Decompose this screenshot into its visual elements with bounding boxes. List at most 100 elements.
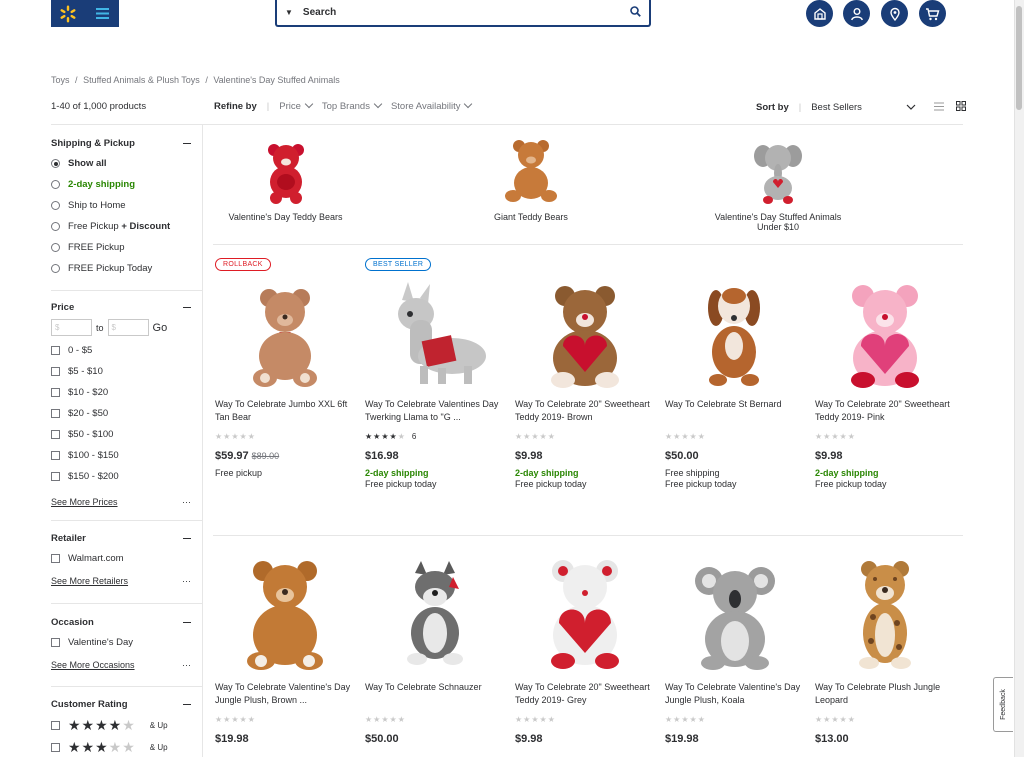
shipping-option-show-all[interactable]: Show all — [51, 157, 191, 170]
radio[interactable] — [51, 243, 60, 252]
search-bar[interactable]: ▼ Search — [275, 0, 651, 27]
collapse-icon[interactable] — [183, 143, 191, 144]
checkbox[interactable] — [51, 346, 60, 355]
filter-price-dropdown[interactable]: Price — [279, 101, 312, 112]
price-option[interactable]: $5 - $10 — [51, 365, 191, 378]
store-icon[interactable] — [806, 0, 833, 27]
radio[interactable] — [51, 222, 60, 231]
shipping-option-ship-to-home[interactable]: Ship to Home — [51, 199, 191, 212]
product-title[interactable]: Way To Celebrate 20" Sweetheart Teddy 20… — [515, 398, 655, 424]
radio[interactable] — [51, 264, 60, 273]
price-option[interactable]: 0 - $5 — [51, 344, 191, 357]
category-giant-teddy-bears[interactable]: Giant Teddy Bears — [470, 138, 592, 222]
sort-select[interactable]: Best Sellers — [811, 102, 906, 113]
filter-store-availability-dropdown[interactable]: Store Availability — [391, 101, 472, 112]
st-bernard-plush-image[interactable] — [665, 280, 805, 390]
min-price-input[interactable]: $ — [51, 319, 92, 336]
search-department-dropdown-icon[interactable]: ▼ — [285, 8, 293, 17]
filter-section-header[interactable]: Price — [51, 302, 191, 313]
account-icon[interactable] — [843, 0, 870, 27]
breadcrumb-link-stuffed-animals[interactable]: Stuffed Animals & Plush Toys — [83, 75, 200, 85]
price-option[interactable]: $50 - $100 — [51, 428, 191, 441]
grey-sweetheart-teddy-image[interactable] — [515, 555, 655, 673]
filter-section-header[interactable]: Shipping & Pickup — [51, 138, 191, 149]
walmart-spark-logo[interactable] — [51, 0, 85, 27]
see-more-retailers-link[interactable]: See More Retailers — [51, 576, 128, 586]
radio[interactable] — [51, 180, 60, 189]
product-card[interactable]: Way To Celebrate Plush Jungle Leopard ★★… — [815, 555, 955, 745]
shipping-option-2-day[interactable]: 2-day shipping — [51, 178, 191, 191]
category-valentines-teddy-bears[interactable]: Valentine's Day Teddy Bears — [218, 138, 353, 222]
product-card[interactable]: Way To Celebrate 20" Sweetheart Teddy 20… — [815, 280, 955, 489]
product-card[interactable]: Way To Celebrate 20" Sweetheart Teddy 20… — [515, 555, 655, 745]
product-title[interactable]: Way To Celebrate 20" Sweetheart Teddy 20… — [515, 681, 655, 707]
shipping-option-free-pickup[interactable]: FREE Pickup — [51, 241, 191, 254]
retailer-option[interactable]: Walmart.com — [51, 552, 191, 565]
more-options-icon[interactable]: ··· — [182, 497, 191, 507]
hamburger-menu-icon[interactable] — [85, 0, 119, 27]
koala-plush-image[interactable] — [665, 555, 805, 673]
product-title[interactable]: Way To Celebrate Valentine's Day Jungle … — [215, 681, 355, 707]
checkbox[interactable] — [51, 409, 60, 418]
llama-plush-image[interactable] — [365, 280, 505, 390]
see-more-occasions-link[interactable]: See More Occasions — [51, 660, 135, 670]
shipping-option-free-pickup-today[interactable]: FREE Pickup Today — [51, 262, 191, 275]
price-option[interactable]: $150 - $200 — [51, 470, 191, 483]
checkbox[interactable] — [51, 367, 60, 376]
product-title[interactable]: Way To Celebrate Plush Jungle Leopard — [815, 681, 955, 707]
rating-option-4-up[interactable]: ★★★★★ & Up — [51, 717, 191, 733]
checkbox[interactable] — [51, 472, 60, 481]
leopard-plush-image[interactable] — [815, 555, 955, 673]
more-options-icon[interactable]: ··· — [182, 576, 191, 586]
checkbox[interactable] — [51, 554, 60, 563]
search-input[interactable]: Search — [303, 7, 630, 18]
schnauzer-plush-image[interactable] — [365, 555, 505, 673]
search-icon[interactable] — [630, 4, 641, 22]
location-pin-icon[interactable] — [881, 0, 908, 27]
radio[interactable] — [51, 201, 60, 210]
cart-icon[interactable] — [919, 0, 946, 27]
collapse-icon[interactable] — [183, 538, 191, 539]
feedback-tab[interactable]: Feedback — [993, 677, 1013, 732]
collapse-icon[interactable] — [183, 307, 191, 308]
category-valentines-stuffed-under-10[interactable]: Valentine's Day Stuffed Animals Under $1… — [708, 138, 848, 232]
brown-jungle-bear-image[interactable] — [215, 555, 355, 673]
product-title[interactable]: Way To Celebrate 20" Sweetheart Teddy 20… — [815, 398, 955, 424]
product-card[interactable]: Way To Celebrate Valentines Day Twerking… — [365, 280, 505, 489]
product-title[interactable]: Way To Celebrate Schnauzer — [365, 681, 505, 707]
grid-view-icon[interactable] — [956, 101, 967, 114]
filter-section-header[interactable]: Retailer — [51, 533, 191, 544]
brown-sweetheart-teddy-image[interactable] — [515, 280, 655, 390]
price-go-button[interactable]: Go — [153, 322, 168, 334]
checkbox[interactable] — [51, 721, 60, 730]
tan-bear-image[interactable] — [215, 280, 355, 390]
price-option[interactable]: $10 - $20 — [51, 386, 191, 399]
list-view-icon[interactable] — [934, 102, 945, 114]
product-title[interactable]: Way To Celebrate St Bernard — [665, 398, 805, 424]
filter-section-header[interactable]: Customer Rating — [51, 699, 191, 710]
checkbox[interactable] — [51, 638, 60, 647]
product-card[interactable]: Way To Celebrate St Bernard ★★★★★ $50.00… — [665, 280, 805, 489]
checkbox[interactable] — [51, 430, 60, 439]
product-title[interactable]: Way To Celebrate Valentine's Day Jungle … — [665, 681, 805, 707]
max-price-input[interactable]: $ — [107, 319, 149, 336]
collapse-icon[interactable] — [183, 704, 191, 705]
shipping-option-free-pickup-discount[interactable]: Free Pickup + Discount — [51, 220, 191, 233]
collapse-icon[interactable] — [183, 622, 191, 623]
breadcrumb-link-toys[interactable]: Toys — [51, 75, 70, 85]
product-title[interactable]: Way To Celebrate Jumbo XXL 6ft Tan Bear — [215, 398, 355, 424]
product-card[interactable]: Way To Celebrate Jumbo XXL 6ft Tan Bear … — [215, 280, 355, 478]
product-title[interactable]: Way To Celebrate Valentines Day Twerking… — [365, 398, 505, 424]
filter-section-header[interactable]: Occasion — [51, 617, 191, 628]
rating-option-3-up[interactable]: ★★★★★ & Up — [51, 739, 191, 755]
scrollbar-thumb[interactable] — [1016, 6, 1022, 110]
see-more-prices-link[interactable]: See More Prices — [51, 497, 118, 507]
more-options-icon[interactable]: ··· — [182, 660, 191, 670]
filter-top-brands-dropdown[interactable]: Top Brands — [322, 101, 381, 112]
chevron-down-icon[interactable] — [906, 102, 916, 113]
occasion-option[interactable]: Valentine's Day — [51, 636, 191, 649]
price-option[interactable]: $20 - $50 — [51, 407, 191, 420]
checkbox[interactable] — [51, 743, 60, 752]
product-card[interactable]: Way To Celebrate Schnauzer ★★★★★ $50.00 — [365, 555, 505, 745]
product-card[interactable]: Way To Celebrate Valentine's Day Jungle … — [665, 555, 805, 745]
